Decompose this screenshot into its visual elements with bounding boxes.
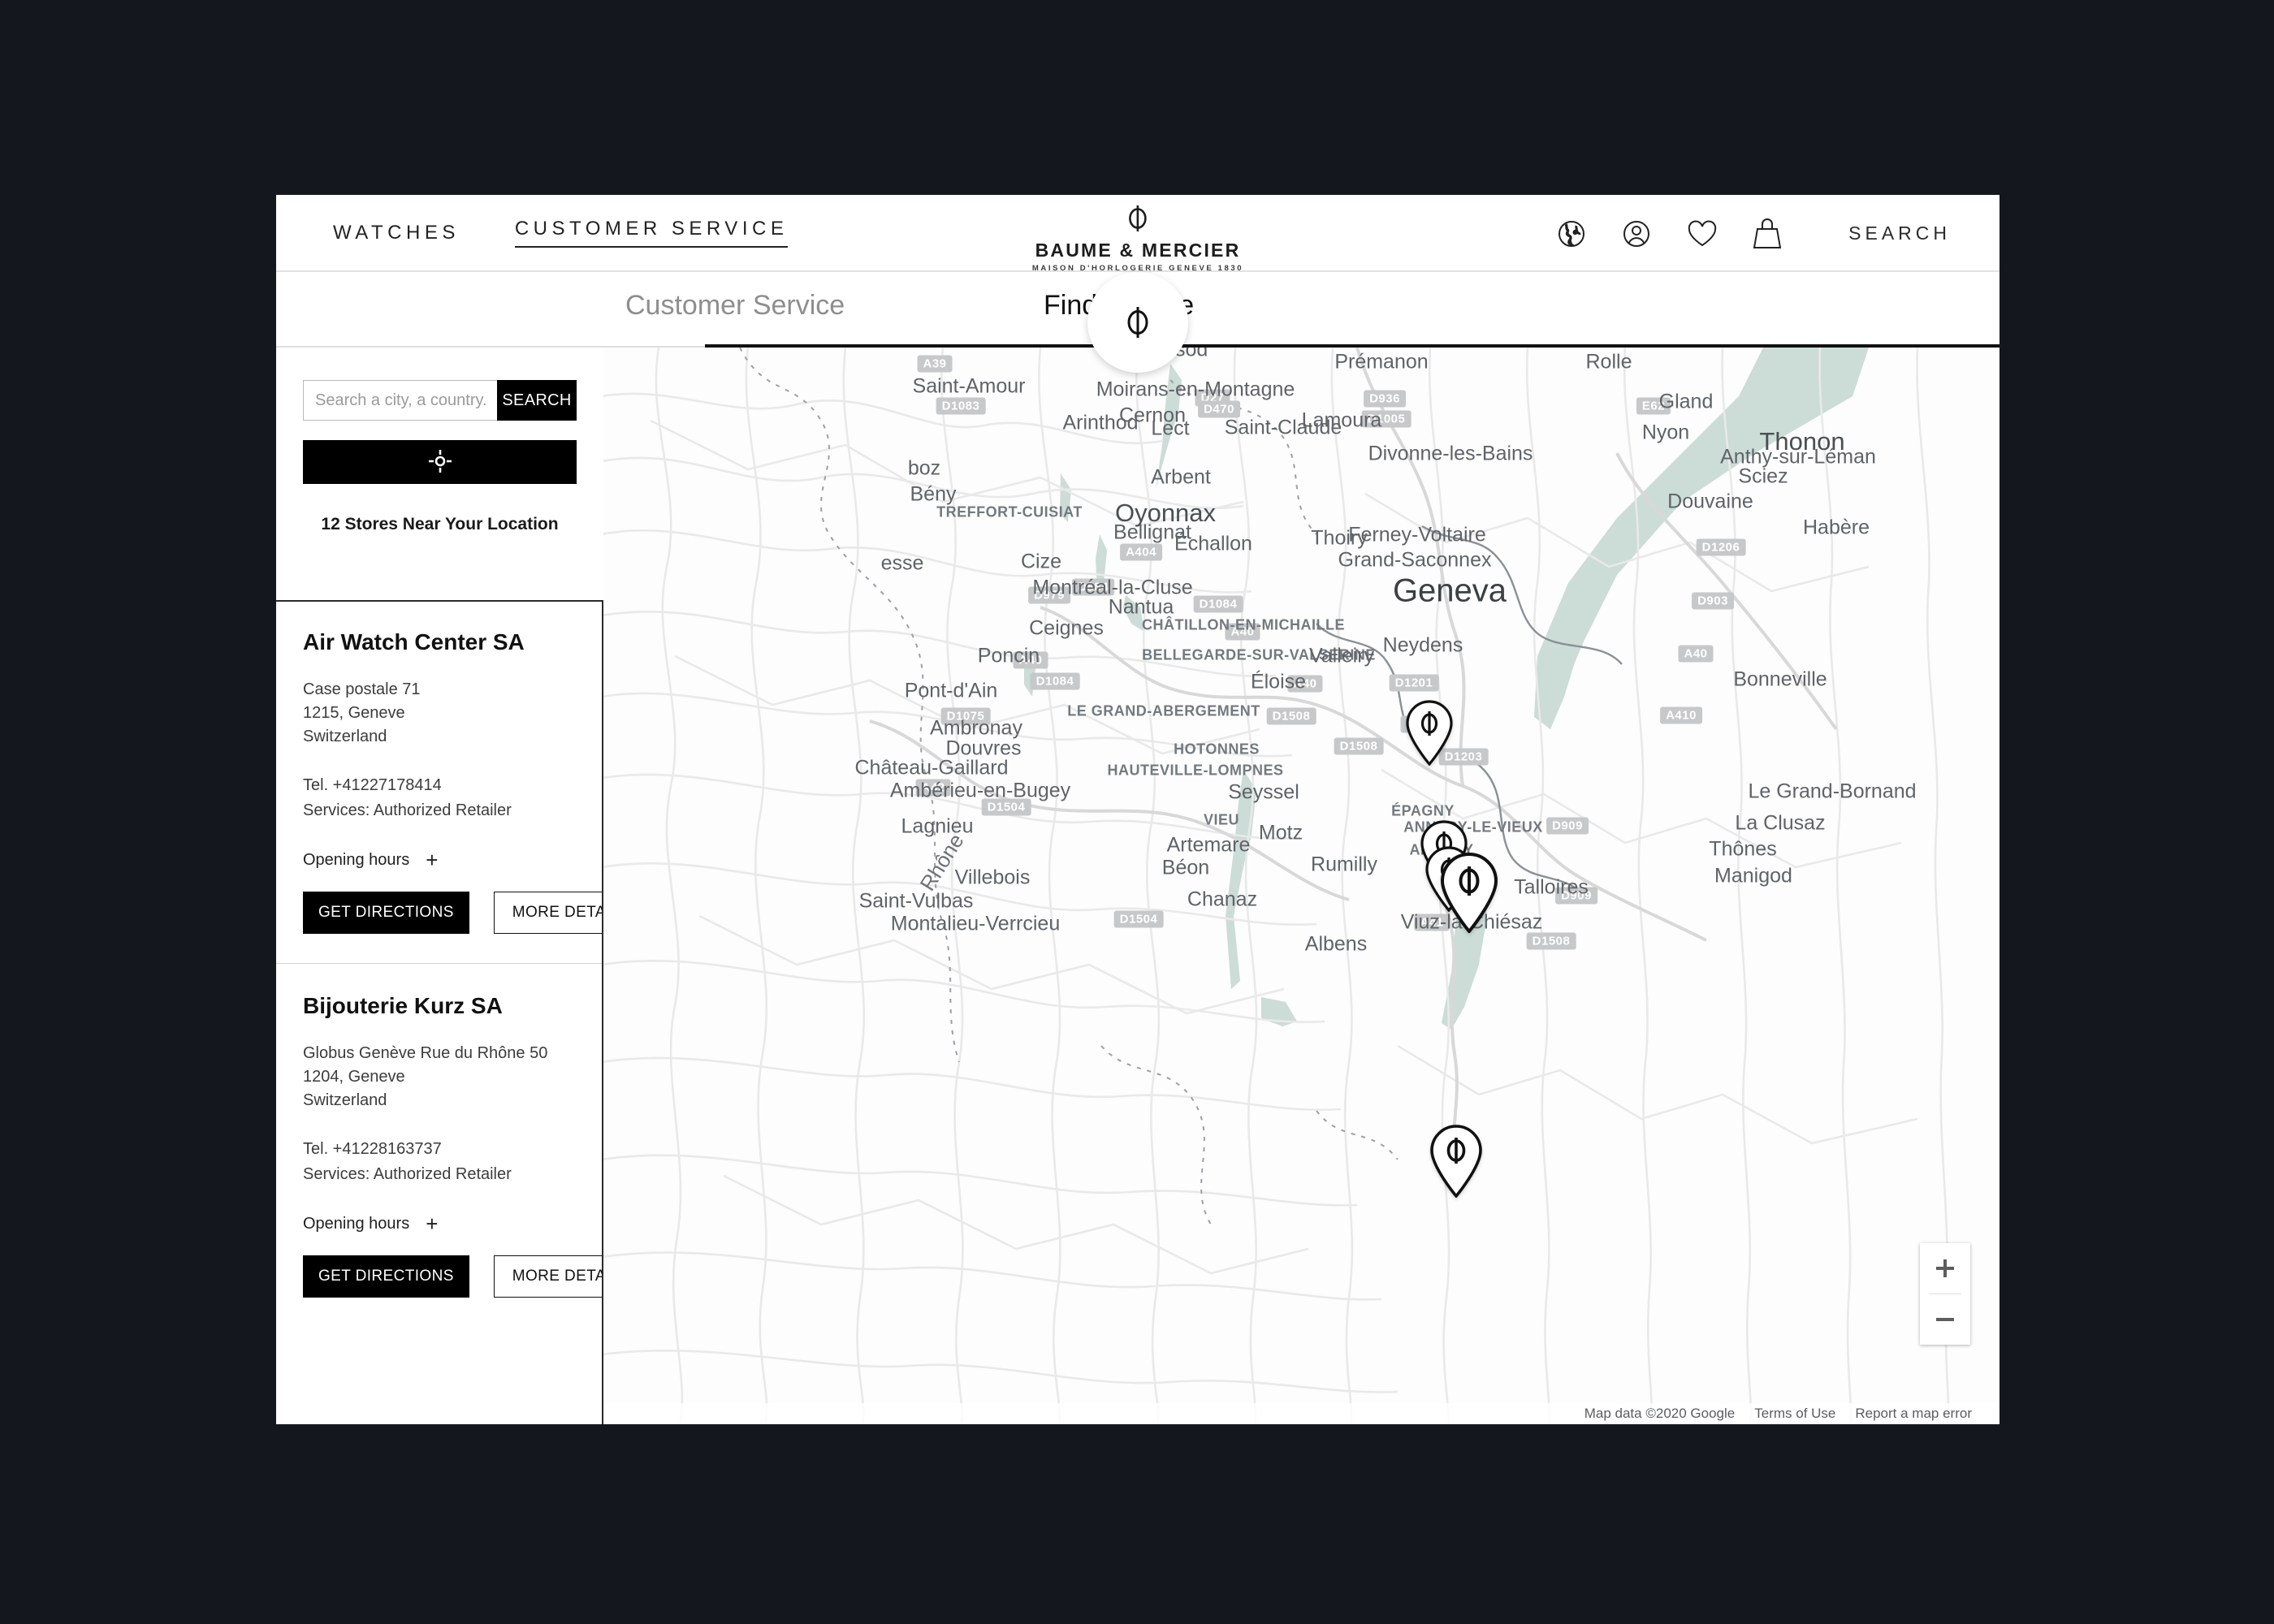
search-nav-label[interactable]: SEARCH bbox=[1848, 222, 1951, 244]
map-attribution-bar: Map data ©2020 Google Terms of Use Repor… bbox=[602, 1403, 1999, 1424]
opening-hours-label: Opening hours bbox=[303, 850, 410, 869]
map-road-shield: A40 bbox=[1225, 623, 1260, 641]
stores-near-count: 12 Stores Near Your Location bbox=[321, 515, 559, 533]
map-road-shield: D1504 bbox=[981, 798, 1031, 816]
active-tab-underline bbox=[705, 344, 1999, 348]
floating-logo-marker[interactable] bbox=[1087, 272, 1188, 373]
store-locator-sidebar: SEARCH 12 Stores Near Your Location bbox=[276, 348, 603, 1424]
baume-mercier-phi-mark bbox=[1032, 205, 1243, 236]
tab-customer-service[interactable]: Customer Service bbox=[625, 290, 845, 322]
map-road-shield: D909 bbox=[1555, 887, 1597, 905]
use-my-location-button[interactable] bbox=[303, 440, 577, 484]
search-input[interactable] bbox=[303, 380, 497, 421]
map-road-shield: D1508 bbox=[1334, 737, 1384, 755]
primary-nav-links: WATCHES CUSTOMER SERVICE bbox=[333, 218, 789, 248]
get-directions-button[interactable]: GET DIRECTIONS bbox=[303, 892, 469, 934]
plus-icon: + bbox=[426, 848, 439, 872]
store-address-line: Case postale 71 bbox=[303, 680, 421, 698]
search-button[interactable]: SEARCH bbox=[497, 380, 577, 421]
brand-name: BAUME & MERCIER bbox=[1035, 240, 1241, 261]
map-canvas[interactable]: A39 D27 D936 E62 D470 D1083 D1005 A404 D… bbox=[602, 348, 1999, 1424]
globe-icon[interactable] bbox=[1556, 218, 1587, 249]
map-road-shield: D1084 bbox=[1193, 595, 1243, 613]
map-base-graphics bbox=[602, 348, 1999, 1424]
store-address: Case postale 71 1215, Geneve Switzerland bbox=[303, 678, 575, 749]
map-road-shield: A42 bbox=[915, 779, 951, 797]
store-phone: Tel. +41228163737 bbox=[303, 1140, 442, 1158]
opening-hours-label: Opening hours bbox=[303, 1214, 410, 1233]
opening-hours-toggle[interactable]: Opening hours + bbox=[303, 1213, 575, 1234]
zoom-in-button[interactable] bbox=[1920, 1243, 1970, 1294]
more-details-button[interactable]: MORE DETAILS bbox=[493, 892, 602, 934]
map-road-shield: D1508 bbox=[1266, 707, 1316, 725]
map-road-shield: A40 bbox=[1013, 651, 1048, 669]
opening-hours-toggle[interactable]: Opening hours + bbox=[303, 849, 575, 870]
store-services: Services: Authorized Retailer bbox=[303, 1165, 512, 1183]
zoom-out-button[interactable] bbox=[1920, 1294, 1970, 1345]
account-icon[interactable] bbox=[1621, 218, 1652, 249]
map-road-shield: D1075 bbox=[940, 707, 991, 725]
get-directions-button[interactable]: GET DIRECTIONS bbox=[303, 1255, 469, 1298]
map-road-shield: D936 bbox=[1364, 390, 1406, 408]
map-road-shield: D1206 bbox=[1696, 538, 1746, 556]
map-store-pin[interactable] bbox=[1429, 1125, 1484, 1202]
nav-utility-icons: SEARCH bbox=[1556, 195, 1951, 272]
more-details-button[interactable]: MORE DETAILS bbox=[493, 1255, 602, 1298]
map-road-shield: D1201 bbox=[1389, 674, 1439, 692]
store-address-line: 1215, Geneve bbox=[303, 704, 405, 722]
top-navigation-bar: WATCHES CUSTOMER SERVICE BAUME & MERCIER… bbox=[276, 195, 1999, 273]
crosshair-locate-icon bbox=[428, 449, 452, 476]
map-road-shield: A410 bbox=[1660, 706, 1702, 724]
map-road-shield: A40 bbox=[1287, 675, 1323, 693]
store-name: Bijouterie Kurz SA bbox=[303, 993, 503, 1018]
sidebar-search-area: SEARCH 12 Stores Near Your Location bbox=[276, 348, 603, 557]
map-road-shield: A39 bbox=[917, 355, 953, 373]
store-address-line: Switzerland bbox=[303, 1091, 387, 1109]
map-store-pin-selected[interactable] bbox=[1438, 852, 1500, 937]
terms-of-use-link[interactable]: Terms of Use bbox=[1754, 1406, 1835, 1422]
store-result-card: Bijouterie Kurz SA Globus Genève Rue du … bbox=[276, 963, 602, 1302]
store-search-row: SEARCH bbox=[303, 380, 577, 421]
main-content: A39 D27 D936 E62 D470 D1083 D1005 A404 D… bbox=[276, 348, 1999, 1424]
map-road-shield: D884 bbox=[1072, 578, 1114, 596]
nav-link-customer-service[interactable]: CUSTOMER SERVICE bbox=[514, 218, 789, 248]
plus-icon: + bbox=[426, 1212, 439, 1236]
map-road-shield: D470 bbox=[1198, 400, 1240, 418]
map-road-shield: D909 bbox=[1546, 817, 1589, 835]
map-data-credit: Map data ©2020 Google bbox=[1584, 1406, 1736, 1421]
store-contact-meta: Tel. +41228163737 Services: Authorized R… bbox=[303, 1137, 575, 1187]
map-road-shield: A40 bbox=[1678, 645, 1714, 663]
store-services: Services: Authorized Retailer bbox=[303, 801, 512, 819]
nav-link-watches[interactable]: WATCHES bbox=[333, 222, 460, 244]
store-address-line: 1204, Geneve bbox=[303, 1068, 405, 1086]
map-road-shield: A404 bbox=[1120, 543, 1162, 561]
store-result-card: Air Watch Center SA Case postale 71 1215… bbox=[276, 602, 602, 939]
brand-logo[interactable]: BAUME & MERCIER MAISON D'HORLOGERIE GENE… bbox=[1032, 205, 1243, 273]
store-name: Air Watch Center SA bbox=[303, 629, 525, 654]
wishlist-heart-icon[interactable] bbox=[1686, 219, 1718, 248]
map-road-shield: D1083 bbox=[936, 397, 986, 415]
map-road-shield: D979 bbox=[1028, 586, 1070, 604]
map-zoom-controls bbox=[1920, 1243, 1970, 1345]
map-road-shield: E62 bbox=[1636, 397, 1671, 415]
store-phone: Tel. +41227178414 bbox=[303, 776, 442, 794]
shopping-bag-icon[interactable] bbox=[1753, 218, 1782, 250]
store-address: Globus Genève Rue du Rhône 50 1204, Gene… bbox=[303, 1042, 575, 1112]
report-map-error-link[interactable]: Report a map error bbox=[1855, 1406, 1972, 1422]
map-road-shield: D1504 bbox=[1113, 910, 1164, 928]
map-road-shield: D1005 bbox=[1361, 410, 1412, 428]
store-card-actions: GET DIRECTIONS MORE DETAILS bbox=[303, 1255, 602, 1302]
map-road-shield: D1084 bbox=[1030, 672, 1080, 690]
store-address-line: Switzerland bbox=[303, 728, 387, 745]
store-locator-page: WATCHES CUSTOMER SERVICE BAUME & MERCIER… bbox=[276, 195, 1999, 1424]
store-address-line: Globus Genève Rue du Rhône 50 bbox=[303, 1044, 548, 1062]
map-road-shield: D903 bbox=[1692, 592, 1734, 610]
store-card-actions: GET DIRECTIONS MORE DETAILS bbox=[303, 892, 602, 939]
store-contact-meta: Tel. +41227178414 Services: Authorized R… bbox=[303, 773, 575, 823]
map-store-pin[interactable] bbox=[1404, 699, 1455, 770]
map-road-shield: D1508 bbox=[1526, 932, 1576, 950]
store-results-list[interactable]: Air Watch Center SA Case postale 71 1215… bbox=[276, 600, 603, 1424]
